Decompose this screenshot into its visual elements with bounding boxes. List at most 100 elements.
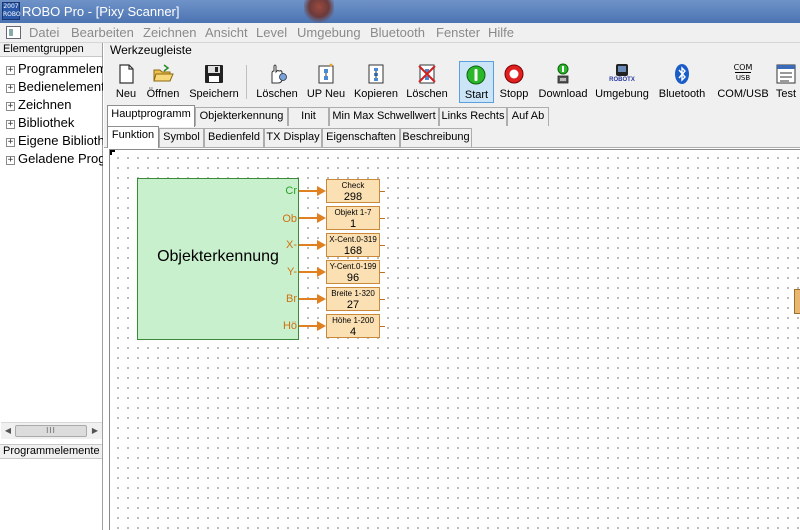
document-icon[interactable] xyxy=(6,26,21,39)
scroll-left-arrow-icon[interactable]: ◀ xyxy=(3,426,13,436)
tab-bedienfeld[interactable]: Bedienfeld xyxy=(204,128,264,147)
tree-item-bedienelemente[interactable]: + Bedienelemente xyxy=(6,78,103,96)
scrollbar-thumb[interactable]: III xyxy=(15,425,87,437)
expand-icon[interactable]: + xyxy=(6,120,15,129)
tab-tx-display[interactable]: TX Display xyxy=(264,128,322,147)
com-usb-icon: COM USB xyxy=(732,63,754,85)
menu-zeichnen[interactable]: Zeichnen xyxy=(143,25,196,41)
start-button[interactable]: Start xyxy=(459,61,494,103)
stop-red-icon xyxy=(504,64,524,84)
expand-icon[interactable]: + xyxy=(6,66,15,75)
delete-element-button[interactable]: Löschen xyxy=(404,61,450,103)
title-bar-decoration xyxy=(304,0,334,23)
tree-item-eigene-bibliothek[interactable]: +Eigene Bibliothek xyxy=(6,132,103,150)
open-folder-icon xyxy=(153,64,174,82)
tab-symbol[interactable]: Symbol xyxy=(159,128,204,147)
copy-button[interactable]: Kopieren xyxy=(352,61,400,103)
delete-x-icon xyxy=(418,64,436,84)
tab-auf-ab[interactable]: Auf Ab xyxy=(507,107,549,126)
panel-value: 1 xyxy=(349,218,357,230)
menu-datei[interactable]: Datei xyxy=(29,25,59,41)
tab-objekterkennung[interactable]: Objekterkennung xyxy=(195,107,288,126)
connection-wire[interactable] xyxy=(299,325,317,327)
objekterkennung-block[interactable]: Objekterkennung xyxy=(137,178,299,340)
arrow-icon xyxy=(317,240,326,250)
expand-icon[interactable]: + xyxy=(6,102,15,111)
offscreen-element[interactable] xyxy=(794,289,800,314)
up-new-button[interactable]: UP Neu xyxy=(304,61,348,103)
menu-hilfe[interactable]: Hilfe xyxy=(488,25,514,41)
connection-wire[interactable] xyxy=(299,244,317,246)
stop-button[interactable]: Stopp xyxy=(498,61,530,103)
open-button[interactable]: Öffnen xyxy=(144,61,182,103)
save-disk-icon xyxy=(205,65,223,83)
port-br[interactable]: Br xyxy=(257,293,297,305)
tab-funktion[interactable]: Funktion xyxy=(107,126,159,148)
bluetooth-icon xyxy=(675,64,689,84)
panel-connector xyxy=(380,191,385,192)
tool-label: Test xyxy=(775,88,797,100)
tool-label: Bluetooth xyxy=(658,88,706,100)
tool-label: UP Neu xyxy=(306,88,346,100)
panel-display-x-center[interactable]: X-Cent.0-319 168 xyxy=(326,233,380,257)
test-icon xyxy=(776,64,796,84)
panel-title: X-Cent.0-319 xyxy=(329,235,377,244)
tab-beschreibung[interactable]: Beschreibung xyxy=(400,128,472,147)
panel-display-check[interactable]: Check 298 xyxy=(326,179,380,203)
tab-hauptprogramm[interactable]: Hauptprogramm xyxy=(107,105,195,127)
menu-ansicht[interactable]: Ansicht xyxy=(205,25,248,41)
tool-label: Start xyxy=(464,89,489,101)
connection-wire[interactable] xyxy=(299,190,317,192)
panel-display-y-center[interactable]: Y-Cent.0-199 96 xyxy=(326,260,380,284)
tree-item-bibliothek[interactable]: + Bibliothek xyxy=(6,114,103,132)
menu-umgebung[interactable]: Umgebung xyxy=(297,25,361,41)
tree-item-programmelemente[interactable]: +Programmelemente xyxy=(6,60,103,78)
menu-bearbeiten[interactable]: Bearbeiten xyxy=(71,25,134,41)
port-hoehe[interactable]: Hö xyxy=(257,320,297,332)
download-button[interactable]: Download xyxy=(536,61,590,103)
toolbar: Werkzeugleiste Neu Öffnen Speichern Lösc… xyxy=(104,43,800,105)
connection-wire[interactable] xyxy=(299,271,317,273)
menu-bar: Datei Bearbeiten Zeichnen Ansicht Level … xyxy=(0,23,800,43)
tab-links-rechts[interactable]: Links Rechts xyxy=(439,107,507,126)
tree-item-zeichnen[interactable]: + Zeichnen xyxy=(6,96,103,114)
port-cr[interactable]: Cr xyxy=(257,185,297,197)
panel-display-breite[interactable]: Breite 1-320 27 xyxy=(326,287,380,311)
panel-display-objekt[interactable]: Objekt 1-7 1 xyxy=(326,206,380,230)
test-button[interactable]: Test xyxy=(772,61,800,103)
tab-min-max-schwellwert[interactable]: Min Max Schwellwert xyxy=(329,107,439,126)
expand-icon[interactable]: + xyxy=(6,156,15,165)
new-button[interactable]: Neu xyxy=(112,61,140,103)
menu-fenster[interactable]: Fenster xyxy=(436,25,480,41)
com-usb-button[interactable]: COM USB COM/USB xyxy=(714,61,772,103)
panel-value: 168 xyxy=(343,245,363,257)
tree-item-label: Programmelemente xyxy=(18,61,103,76)
tool-label: Öffnen xyxy=(146,88,180,100)
tab-init[interactable]: Init xyxy=(288,107,329,126)
element-groups-header: Elementgruppen xyxy=(0,43,102,57)
connection-wire[interactable] xyxy=(299,217,317,219)
port-x[interactable]: X- xyxy=(257,239,297,251)
expand-icon[interactable]: + xyxy=(6,84,15,93)
save-button[interactable]: Speichern xyxy=(188,61,240,103)
panel-value: 298 xyxy=(343,191,363,203)
delete-button[interactable]: Löschen xyxy=(254,61,300,103)
port-ob[interactable]: Ob xyxy=(257,213,297,225)
connection-wire[interactable] xyxy=(299,298,317,300)
port-y[interactable]: Y- xyxy=(257,266,297,278)
tree-item-geladene-programme[interactable]: +Geladene Programme xyxy=(6,150,103,168)
scroll-right-arrow-icon[interactable]: ▶ xyxy=(90,426,100,436)
bluetooth-button[interactable]: Bluetooth xyxy=(654,61,710,103)
expand-icon[interactable]: + xyxy=(6,138,15,147)
arrow-icon xyxy=(317,294,326,304)
horizontal-scrollbar[interactable]: ◀ III ▶ xyxy=(1,422,102,439)
tab-eigenschaften[interactable]: Eigenschaften xyxy=(322,128,400,147)
menu-bluetooth[interactable]: Bluetooth xyxy=(370,25,425,41)
panel-display-hoehe[interactable]: Höhe 1-200 4 xyxy=(326,314,380,338)
environment-button[interactable]: ROBOTX Umgebung xyxy=(594,61,650,103)
tool-label: Umgebung xyxy=(595,88,649,100)
element-groups-panel: Elementgruppen +Programmelemente +Bedien… xyxy=(0,43,103,530)
panel-title: Höhe 1-200 xyxy=(332,316,374,325)
menu-level[interactable]: Level xyxy=(256,25,287,41)
tree-item-label: Zeichnen xyxy=(18,97,72,112)
